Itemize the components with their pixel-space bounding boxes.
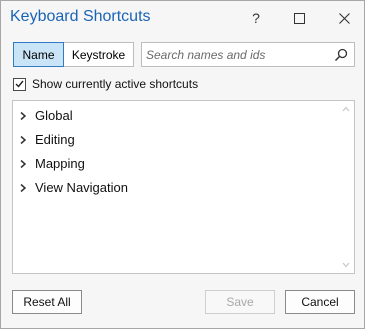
name-toggle-button[interactable]: Name [13, 42, 64, 67]
scroll-down-icon[interactable] [342, 262, 350, 268]
show-active-option[interactable]: Show currently active shortcuts [13, 77, 198, 91]
show-active-checkbox[interactable] [13, 77, 26, 91]
tree-item-label: Editing [35, 132, 75, 147]
help-button[interactable]: ? [244, 7, 268, 29]
chevron-right-icon[interactable] [19, 159, 27, 169]
shortcut-category-tree: Global Editing Mapping View Navigation [12, 100, 355, 274]
close-button[interactable] [332, 7, 356, 29]
title-bar: Keyboard Shortcuts ? [1, 1, 364, 35]
cancel-button[interactable]: Cancel [285, 290, 355, 314]
chevron-right-icon[interactable] [19, 111, 27, 121]
reset-all-button[interactable]: Reset All [12, 290, 82, 314]
save-button[interactable]: Save [205, 290, 275, 314]
help-icon: ? [252, 10, 260, 26]
search-box [141, 42, 355, 67]
close-icon [338, 12, 350, 24]
keyboard-shortcuts-dialog: Keyboard Shortcuts ? Name Keystroke Show… [0, 0, 365, 329]
search-input[interactable] [146, 46, 331, 63]
tree-item-label: View Navigation [35, 180, 128, 195]
chevron-right-icon[interactable] [19, 183, 27, 193]
check-icon [15, 80, 24, 88]
maximize-icon [293, 12, 305, 24]
tree-item-label: Global [35, 108, 73, 123]
chevron-right-icon[interactable] [19, 135, 27, 145]
keystroke-toggle-button[interactable]: Keystroke [64, 42, 134, 67]
scroll-up-icon[interactable] [342, 106, 350, 112]
tree-item-label: Mapping [35, 156, 85, 171]
show-active-label: Show currently active shortcuts [32, 77, 199, 91]
maximize-button[interactable] [287, 7, 311, 29]
dialog-title: Keyboard Shortcuts [10, 8, 151, 25]
search-icon[interactable] [334, 48, 348, 62]
